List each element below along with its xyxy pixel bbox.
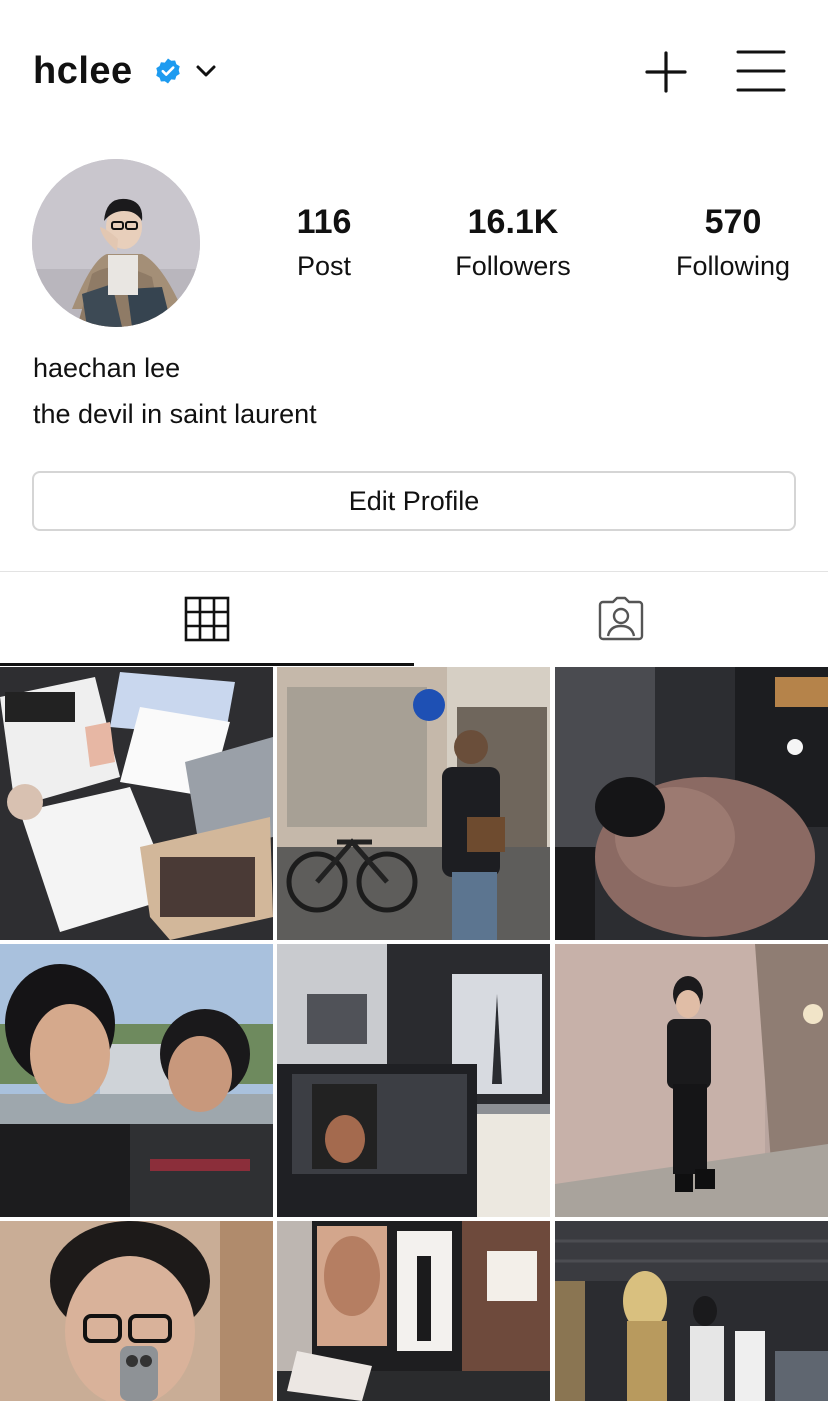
profile-bio: the devil in saint laurent [33, 399, 317, 429]
following-stat[interactable]: 570 Following [660, 200, 806, 288]
post-thumbnail-1[interactable] [0, 667, 273, 940]
tagged-person-icon [598, 596, 644, 641]
edit-profile-button[interactable]: Edit Profile [32, 471, 796, 531]
profile-full-name: haechan lee [33, 353, 181, 383]
chevron-down-icon[interactable] [194, 60, 218, 82]
followers-count: 16.1K [467, 203, 559, 241]
tab-tagged[interactable] [414, 572, 828, 666]
post-thumbnail-3[interactable] [555, 667, 828, 940]
post-thumbnail-9[interactable] [555, 1221, 828, 1401]
active-tab-indicator [0, 663, 414, 666]
grid-icon [184, 596, 230, 642]
posts-count: 116 [296, 203, 352, 241]
profile-avatar[interactable] [32, 159, 200, 327]
new-post-button[interactable] [642, 48, 690, 96]
posts-stat[interactable]: 116 Post [264, 200, 384, 288]
following-count: 570 [704, 203, 762, 241]
posts-grid [0, 667, 828, 1401]
top-bar: hclee [0, 0, 828, 140]
posts-label: Post [296, 251, 352, 281]
followers-label: Followers [455, 251, 571, 281]
verified-badge-icon [156, 58, 180, 84]
post-thumbnail-4[interactable] [0, 944, 273, 1217]
menu-button[interactable] [736, 48, 786, 94]
followers-stat[interactable]: 16.1K Followers [432, 200, 594, 288]
post-thumbnail-6[interactable] [555, 944, 828, 1217]
username-title[interactable]: hclee [33, 48, 133, 94]
tab-posts-grid[interactable] [0, 572, 414, 666]
post-thumbnail-8[interactable] [277, 1221, 550, 1401]
post-thumbnail-7[interactable] [0, 1221, 273, 1401]
post-thumbnail-2[interactable] [277, 667, 550, 940]
avatar-photo [32, 159, 200, 327]
following-label: Following [675, 251, 791, 281]
post-thumbnail-5[interactable] [277, 944, 550, 1217]
